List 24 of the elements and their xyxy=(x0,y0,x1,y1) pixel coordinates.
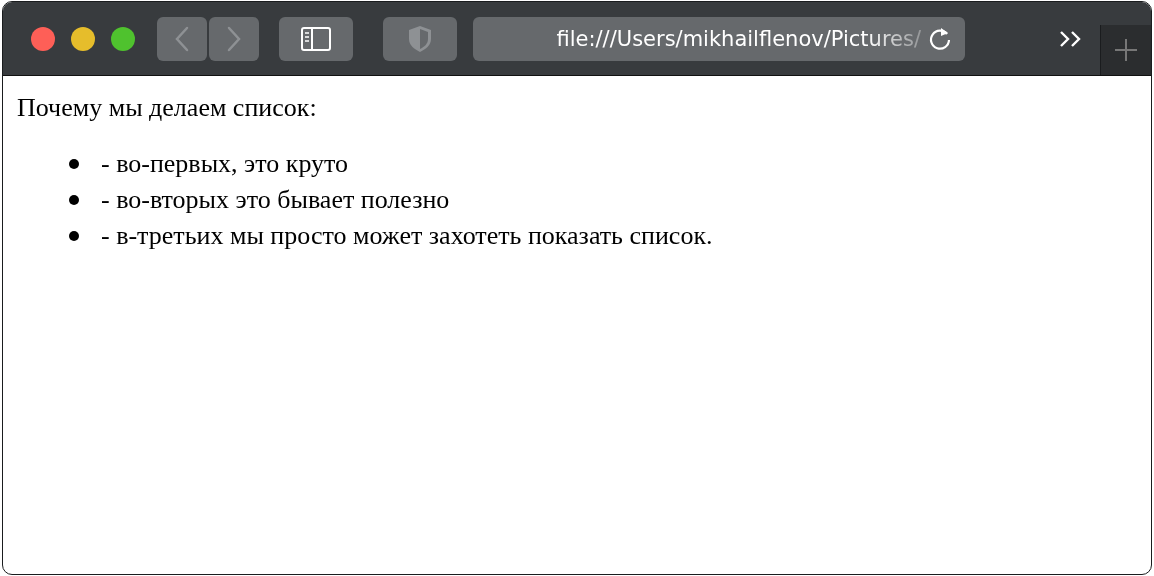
new-tab-button[interactable] xyxy=(1100,25,1151,75)
list-item-text: - во-первых, это круто xyxy=(101,148,349,180)
page-heading: Почему мы делаем список: xyxy=(17,92,318,124)
minimize-button[interactable] xyxy=(71,26,95,51)
bullet-icon xyxy=(69,195,79,205)
close-button[interactable] xyxy=(31,26,55,51)
chevron-right-icon xyxy=(226,25,242,52)
shield-icon xyxy=(408,24,432,53)
maximize-button[interactable] xyxy=(111,26,135,51)
bullet-icon xyxy=(69,231,79,241)
plus-icon xyxy=(1115,39,1137,61)
privacy-button[interactable] xyxy=(383,16,457,61)
address-bar[interactable]: file:///Users/mikhailflenov/Pictures/ xyxy=(473,16,965,61)
address-text: file:///Users/mikhailflenov/Pictures/ xyxy=(556,26,921,51)
reload-icon[interactable] xyxy=(927,25,953,52)
sidebar-button[interactable] xyxy=(279,16,353,61)
chevron-left-icon xyxy=(174,25,190,52)
bullet-icon xyxy=(69,159,79,169)
forward-button[interactable] xyxy=(209,16,259,61)
list-item-text: - во-вторых это бывает полезно xyxy=(101,184,450,216)
overflow-chevrons-icon[interactable] xyxy=(1059,29,1083,48)
sidebar-icon xyxy=(301,26,331,51)
list-item-text: - в-третьих мы просто может захотеть показать список. xyxy=(101,220,713,252)
back-button[interactable] xyxy=(157,16,207,61)
